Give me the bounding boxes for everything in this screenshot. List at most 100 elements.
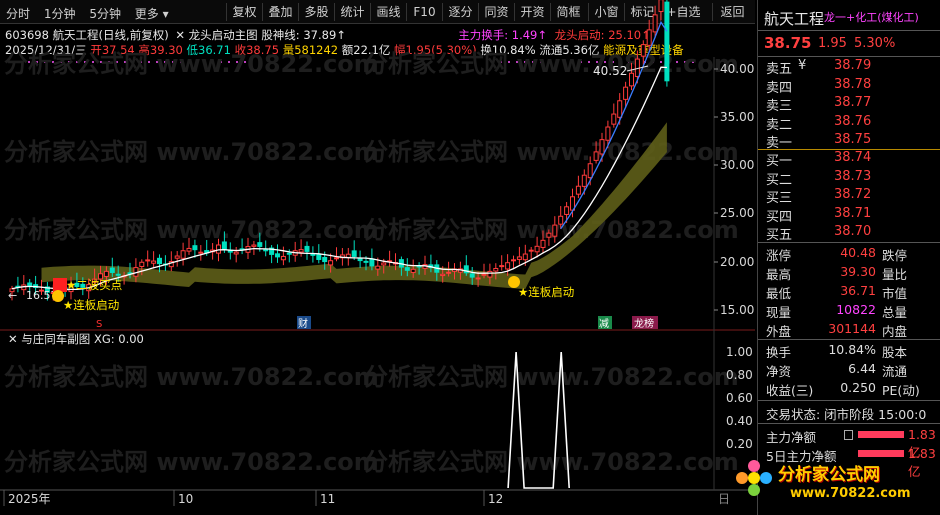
- candle-body[interactable]: [216, 244, 221, 254]
- candle-body[interactable]: [575, 185, 581, 195]
- candle-body[interactable]: [233, 251, 239, 255]
- stat-label-2: 市值: [882, 286, 908, 301]
- candle-body[interactable]: [475, 277, 481, 280]
- candle-body[interactable]: [522, 253, 528, 261]
- candle-body[interactable]: [481, 273, 487, 276]
- candle-body[interactable]: [115, 273, 121, 276]
- candle-body[interactable]: [363, 260, 369, 263]
- candle-body[interactable]: [564, 206, 570, 215]
- candle-body[interactable]: [505, 262, 511, 270]
- candle-body[interactable]: [581, 174, 587, 187]
- candle-body[interactable]: [109, 267, 115, 273]
- candle-body[interactable]: [540, 239, 546, 248]
- candle-body[interactable]: [334, 257, 339, 260]
- candle-body[interactable]: [611, 113, 617, 125]
- candle-body[interactable]: [280, 255, 286, 261]
- candle-body[interactable]: [139, 261, 145, 267]
- candle-body[interactable]: [558, 215, 564, 225]
- ask-row[interactable]: 卖三 38.77: [758, 95, 940, 114]
- info-icon[interactable]: [844, 430, 853, 440]
- candle-body[interactable]: [469, 273, 475, 278]
- event-marker-jian[interactable]: 减: [599, 318, 609, 330]
- candle-body[interactable]: [587, 163, 593, 179]
- candle-body[interactable]: [298, 249, 304, 253]
- candle-body[interactable]: [623, 86, 629, 100]
- time-tick-label: 11: [320, 492, 335, 506]
- candle-body[interactable]: [511, 259, 516, 262]
- ask-row[interactable]: 卖四 38.78: [758, 77, 940, 96]
- candle-body[interactable]: [381, 262, 387, 266]
- candle-body[interactable]: [221, 241, 227, 250]
- candle-body[interactable]: [629, 72, 634, 87]
- candle-body[interactable]: [251, 244, 257, 247]
- watermark-text: 分析家公式网 www.70822.com: [364, 50, 739, 78]
- candle-body[interactable]: [192, 245, 198, 251]
- event-marker-long[interactable]: 龙榜: [634, 317, 654, 330]
- candle-body[interactable]: [552, 224, 558, 237]
- candle-body[interactable]: [275, 253, 280, 258]
- candle-body[interactable]: [404, 267, 410, 271]
- candle-body[interactable]: [664, 1, 670, 82]
- candle-body[interactable]: [151, 260, 157, 264]
- candle-body[interactable]: [605, 126, 611, 141]
- candle-body[interactable]: [186, 247, 192, 252]
- candle-body[interactable]: [658, 0, 664, 13]
- buy2-marker: ★二波买点: [53, 278, 122, 292]
- candle-body[interactable]: [446, 271, 452, 274]
- candle-body[interactable]: [369, 258, 375, 267]
- bid-row[interactable]: 买五 38.70: [758, 224, 940, 243]
- candle-body[interactable]: [375, 265, 381, 270]
- candle-body[interactable]: [487, 270, 493, 278]
- stat-row: 现量 10822 总量: [758, 302, 940, 321]
- candle-body[interactable]: [534, 245, 540, 253]
- bid-row[interactable]: 买二 38.73: [758, 169, 940, 188]
- bid-row[interactable]: 买四 38.71: [758, 206, 940, 225]
- candle-body[interactable]: [322, 257, 328, 263]
- candle-body[interactable]: [593, 151, 599, 161]
- candle-body[interactable]: [493, 268, 499, 272]
- candle-body[interactable]: [328, 260, 334, 266]
- divider: [758, 339, 940, 340]
- candle-body[interactable]: [546, 232, 552, 238]
- event-marker-s[interactable]: S: [96, 319, 102, 330]
- candle-body[interactable]: [640, 44, 646, 57]
- panel-last-price: 38.75: [764, 34, 812, 52]
- stat-row: 最低 36.71 市值: [758, 283, 940, 302]
- candle-body[interactable]: [263, 249, 269, 252]
- candle-body[interactable]: [646, 29, 652, 46]
- candle-body[interactable]: [316, 254, 322, 260]
- candle-body[interactable]: [174, 255, 180, 259]
- candle-body[interactable]: [257, 242, 263, 247]
- candle-body[interactable]: [528, 249, 534, 252]
- candle-body[interactable]: [599, 139, 605, 155]
- candle-body[interactable]: [198, 251, 204, 254]
- price-tick-label: 25.00: [720, 206, 754, 220]
- candle-body[interactable]: [410, 268, 416, 273]
- event-marker-cai[interactable]: 财: [298, 317, 308, 330]
- candle-body[interactable]: [145, 259, 151, 262]
- candle-body[interactable]: [357, 257, 363, 262]
- panel-sector-tag[interactable]: 龙一+化工(煤化工): [824, 9, 919, 25]
- sub-close-icon[interactable]: ✕: [8, 332, 21, 346]
- stat-label-2: 内盘: [882, 324, 908, 339]
- ask-row[interactable]: 卖五 ¥38.79: [758, 58, 940, 77]
- candle-body[interactable]: [652, 14, 658, 33]
- bid-row[interactable]: 买三 38.72: [758, 187, 940, 206]
- candle-body[interactable]: [351, 250, 357, 257]
- kline-chart[interactable]: 分析家公式网 www.70822.com分析家公式网 www.70822.com…: [0, 0, 757, 515]
- bid-row[interactable]: 买一 38.74: [758, 150, 940, 169]
- candle-body[interactable]: [304, 245, 310, 252]
- candle-body[interactable]: [157, 257, 162, 265]
- candle-body[interactable]: [617, 100, 623, 118]
- candle-body[interactable]: [180, 250, 186, 259]
- candle-body[interactable]: [27, 282, 33, 286]
- divider: [758, 242, 940, 243]
- ask-row[interactable]: 卖二 38.76: [758, 114, 940, 133]
- sub-chart-title[interactable]: ✕ 与庄同车副图 XG: 0.00: [8, 332, 144, 346]
- candle-body[interactable]: [440, 273, 446, 277]
- candle-body[interactable]: [103, 270, 109, 277]
- candle-body[interactable]: [516, 256, 522, 260]
- candle-body[interactable]: [499, 265, 505, 268]
- candle-body[interactable]: [286, 252, 292, 255]
- candle-body[interactable]: [310, 253, 316, 256]
